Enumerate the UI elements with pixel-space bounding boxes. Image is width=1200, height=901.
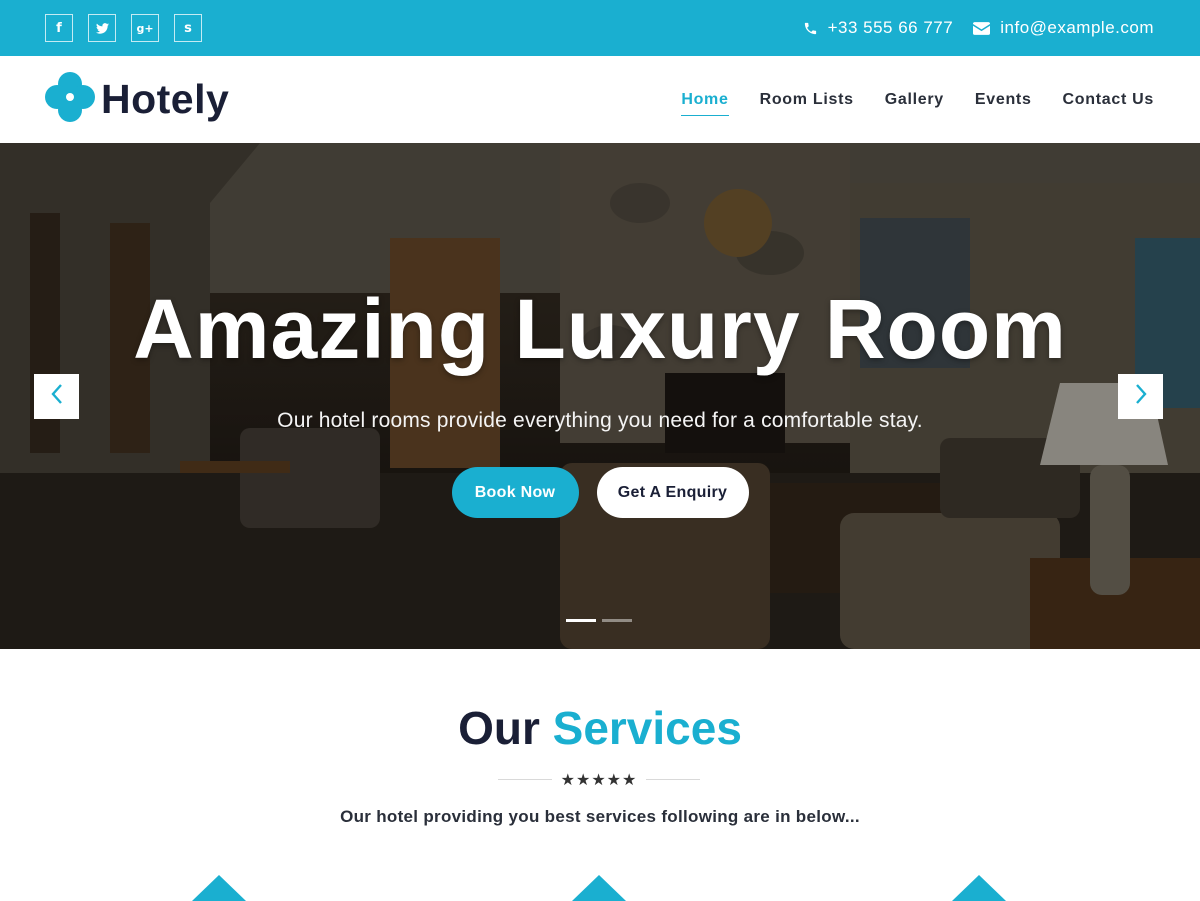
book-now-button[interactable]: Book Now [451, 467, 579, 518]
nav-events[interactable]: Events [975, 83, 1032, 117]
logo[interactable]: Hotely [43, 70, 229, 129]
divider-line [498, 778, 552, 780]
logo-text: Hotely [101, 76, 230, 122]
stars-rating-icon: ★★★★★ [560, 769, 638, 789]
phone-number: +33 555 66 777 [827, 18, 954, 37]
service-card-top [572, 875, 626, 901]
hero-slider: Amazing Luxury Room Our hotel rooms prov… [0, 143, 1200, 649]
services-title-part1: Our [458, 702, 540, 754]
email-address: info@example.com [1000, 18, 1154, 37]
nav-gallery[interactable]: Gallery [885, 83, 944, 117]
divider-line [646, 778, 700, 780]
facebook-icon[interactable]: f [45, 14, 73, 42]
top-bar: f g+ s +33 555 66 777 info@example.com [0, 0, 1200, 56]
envelope-icon [973, 21, 991, 35]
services-title-part2: Services [552, 702, 742, 754]
services-section: Our Services ★★★★★ Our hotel providing y… [0, 649, 1200, 901]
twitter-icon[interactable] [88, 14, 116, 42]
email-contact[interactable]: info@example.com [973, 18, 1154, 38]
main-header: Hotely Home Room Lists Gallery Events Co… [0, 56, 1200, 143]
nav-home[interactable]: Home [681, 83, 729, 116]
clover-logo-icon [43, 70, 97, 129]
stumbleupon-icon[interactable]: s [174, 14, 202, 42]
slider-prev-button[interactable] [34, 374, 79, 419]
main-nav: Home Room Lists Gallery Events Contact U… [681, 83, 1154, 117]
slider-next-button[interactable] [1118, 374, 1163, 419]
contact-info: +33 555 66 777 info@example.com [803, 18, 1154, 38]
services-subtitle: Our hotel providing you best services fo… [340, 807, 860, 826]
slider-dot[interactable] [566, 619, 596, 622]
google-plus-icon[interactable]: g+ [131, 14, 159, 42]
social-links: f g+ s [45, 14, 202, 42]
service-card-top [952, 875, 1006, 901]
hero-title: Amazing Luxury Room [133, 282, 1067, 376]
slider-dot[interactable] [602, 619, 632, 622]
chevron-left-icon [50, 383, 64, 410]
service-card-top [192, 875, 246, 901]
section-divider: ★★★★★ [498, 769, 700, 789]
nav-contact-us[interactable]: Contact Us [1063, 83, 1154, 117]
services-title: Our Services [0, 701, 1200, 755]
hero-actions: Book Now Get A Enquiry [0, 467, 1200, 518]
get-enquiry-button[interactable]: Get A Enquiry [596, 467, 749, 518]
chevron-right-icon [1134, 383, 1148, 410]
phone-icon [803, 21, 818, 36]
nav-room-lists[interactable]: Room Lists [760, 83, 854, 117]
hero-background-image [0, 143, 1200, 649]
slider-dots [566, 619, 632, 622]
phone-contact[interactable]: +33 555 66 777 [803, 18, 954, 38]
hero-subtitle: Our hotel rooms provide everything you n… [277, 409, 923, 432]
